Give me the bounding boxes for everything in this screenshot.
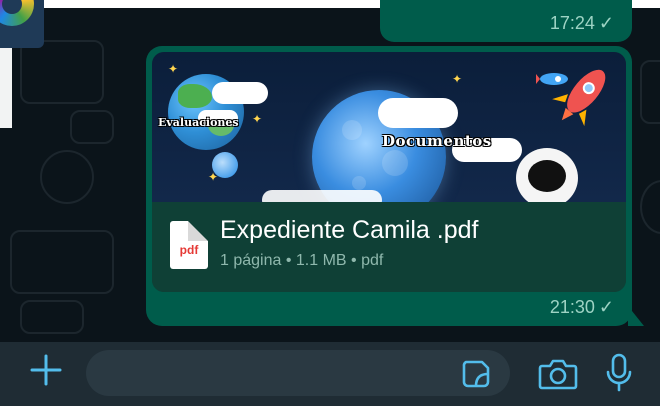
message-input-bar xyxy=(0,342,660,406)
preview-label-documentos: Documentos xyxy=(382,132,492,150)
previous-message-bubble[interactable]: 17:24 ✓ xyxy=(380,0,632,42)
plus-icon xyxy=(30,354,62,386)
sent-check-icon: ✓ xyxy=(598,297,614,317)
rocket-illustration xyxy=(552,69,606,127)
preview-partial-label xyxy=(262,190,382,202)
camera-icon xyxy=(538,359,578,390)
document-card[interactable]: ✦ ✦ ✦ ✦ Evaluaciones Documentos pdf Expe… xyxy=(152,52,626,292)
planet-illustration xyxy=(212,152,238,178)
document-info[interactable]: pdf Expediente Camila .pdf 1 página • 1.… xyxy=(152,202,626,292)
microphone-button[interactable] xyxy=(604,352,634,394)
message-timestamp: 21:30 ✓ xyxy=(549,297,614,317)
attach-button[interactable] xyxy=(26,350,66,390)
camera-button[interactable] xyxy=(538,356,578,392)
message-timestamp: 17:24 ✓ xyxy=(549,13,614,33)
side-panel-edge xyxy=(0,48,12,128)
document-file-meta: 1 página • 1.1 MB • pdf xyxy=(220,252,384,269)
microphone-icon xyxy=(606,353,632,392)
document-file-name: Expediente Camila .pdf xyxy=(220,216,479,244)
pdf-file-icon: pdf xyxy=(170,221,208,269)
sticker-icon xyxy=(462,360,490,388)
bubble-tail xyxy=(628,306,644,326)
sent-check-icon: ✓ xyxy=(598,13,614,33)
avatar[interactable] xyxy=(0,0,44,48)
astronaut-illustration xyxy=(516,148,578,202)
document-preview-image[interactable]: ✦ ✦ ✦ ✦ Evaluaciones Documentos xyxy=(152,52,626,202)
sticker-button[interactable] xyxy=(460,358,492,390)
preview-label-evaluaciones: Evaluaciones xyxy=(158,116,239,129)
document-message-bubble[interactable]: ✦ ✦ ✦ ✦ Evaluaciones Documentos pdf Expe… xyxy=(146,46,632,326)
message-input[interactable] xyxy=(86,350,510,396)
